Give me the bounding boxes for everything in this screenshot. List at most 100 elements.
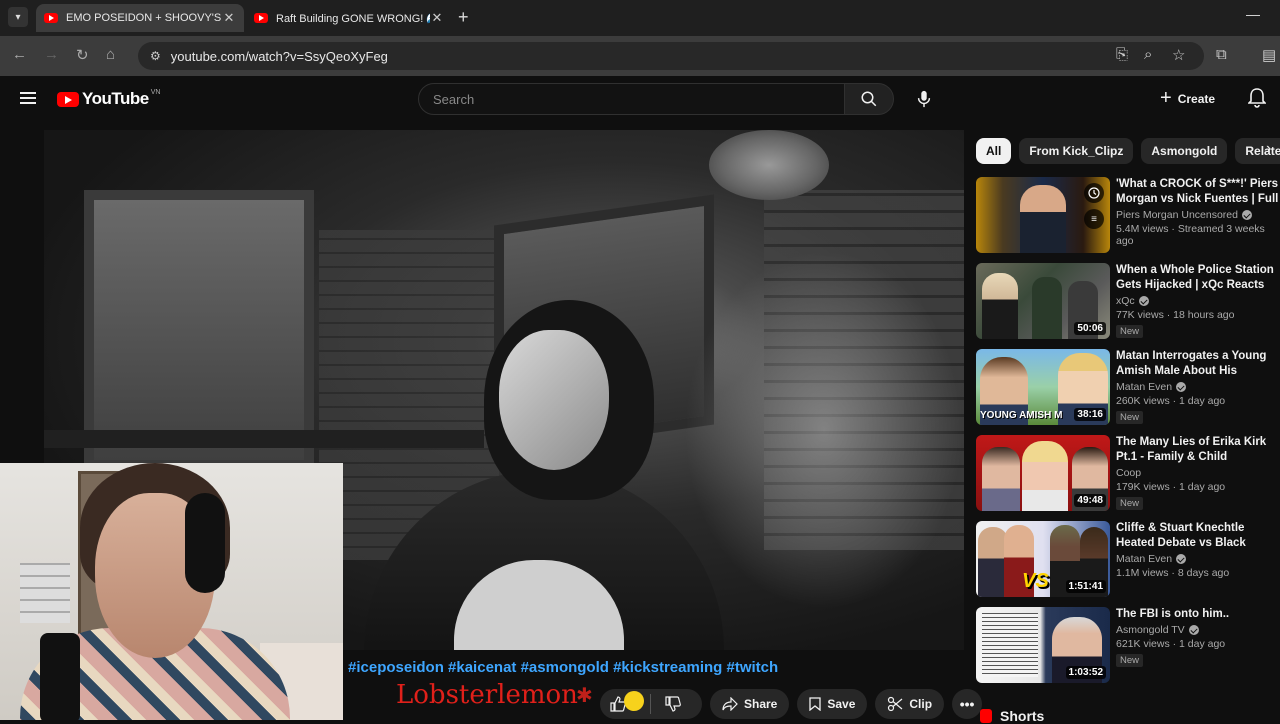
home-icon[interactable]: ⌂ — [106, 46, 115, 63]
related-video-channel[interactable]: Coop — [1116, 467, 1280, 479]
chip-from-channel[interactable]: From Kick_Clipz — [1019, 138, 1134, 164]
thumbnail-person — [1022, 441, 1068, 511]
watch-later-clock-icon[interactable] — [1084, 183, 1104, 203]
related-video-channel[interactable]: Asmongold TV — [1116, 624, 1280, 636]
chip-related[interactable]: Related — [1235, 138, 1280, 164]
video-person-face — [499, 330, 609, 470]
related-video-title[interactable]: The FBI is onto him.. — [1116, 607, 1280, 622]
menu-hamburger-icon[interactable] — [20, 92, 36, 104]
related-video-title[interactable]: The Many Lies of Erika Kirk Pt.1 - Famil… — [1116, 435, 1280, 465]
window-minimize-icon[interactable]: — — [1246, 6, 1260, 22]
add-to-queue-icon[interactable]: ≡ — [1084, 209, 1104, 229]
new-tab-plus-icon[interactable]: + — [458, 7, 469, 28]
related-video-title[interactable]: 'What a CROCK of S***!' Piers Morgan vs … — [1116, 177, 1280, 207]
related-video-meta: Cliffe & Stuart Knechtle Heated Debate v… — [1116, 521, 1280, 607]
related-video-channel[interactable]: Piers Morgan Uncensored — [1116, 209, 1280, 221]
chip-scroll-right-chevron-icon[interactable]: › — [1266, 140, 1271, 158]
like-divider — [650, 694, 652, 714]
url-text: youtube.com/watch?v=SsyQeoXyFeg — [170, 48, 388, 64]
verified-check-icon — [1176, 382, 1187, 392]
verified-check-icon — [1138, 296, 1149, 306]
verified-check-icon — [1241, 210, 1252, 220]
shorts-section-header[interactable]: Shorts — [980, 708, 1044, 724]
video-scene-lightning-glow — [684, 250, 964, 610]
tab-title: EMO POSEIDON + SHOOVY'S F — [66, 12, 222, 24]
clip-button[interactable]: Clip — [875, 689, 945, 719]
related-video-channel[interactable]: Matan Even — [1116, 553, 1280, 565]
video-duration: 1:51:41 — [1065, 580, 1106, 593]
channel-name: Coop — [1116, 467, 1142, 479]
related-videos-list: ≡ 'What a CROCK of S***!' Piers Morgan v… — [976, 177, 1280, 693]
related-video-item[interactable]: 1:03:52 The FBI is onto him.. Asmongold … — [976, 607, 1280, 693]
video-thumbnail[interactable]: ≡ — [976, 177, 1110, 253]
thumbnail-caption: YOUNG AMISH M — [980, 410, 1063, 421]
more-actions-ellipsis-icon[interactable]: ••• — [952, 689, 983, 719]
webcam-shelf — [20, 563, 70, 623]
browser-tab-inactive[interactable]: Raft Building GONE WRONG! 🌊 ✕ — [246, 4, 452, 32]
related-video-stats: 77K views · 18 hours ago — [1116, 309, 1235, 321]
youtube-header: YouTube VN + Create — [0, 76, 1280, 122]
tab-search-chevron-icon[interactable]: ▾ — [8, 7, 28, 27]
new-badge: New — [1116, 325, 1144, 338]
side-panel-icon[interactable]: ▤ — [1262, 46, 1276, 64]
video-thumbnail[interactable]: YOUNG AMISH M 38:16 — [976, 349, 1110, 425]
search-input[interactable] — [418, 83, 845, 115]
related-video-meta: The Many Lies of Erika Kirk Pt.1 - Famil… — [1116, 435, 1280, 521]
related-video-item[interactable]: 50:06 When a Whole Police Station Gets H… — [976, 263, 1280, 349]
chip-all[interactable]: All — [976, 138, 1012, 164]
related-video-title[interactable]: Matan Interrogates a Young Amish Male Ab… — [1116, 349, 1280, 379]
install-app-icon[interactable]: ⎘ — [1116, 46, 1128, 63]
streamer-webcam-overlay — [0, 463, 343, 720]
notifications-bell-icon[interactable] — [1247, 88, 1267, 113]
thumbnail-person — [1020, 185, 1066, 253]
clip-label: Clip — [909, 697, 933, 711]
back-arrow-icon[interactable]: ← — [12, 46, 27, 63]
youtube-favicon-icon — [254, 13, 268, 23]
thumbnail-document — [982, 613, 1038, 677]
youtube-play-logo-icon — [57, 91, 79, 107]
related-video-stats: 621K views · 1 day ago — [1116, 638, 1226, 650]
tab-title: Raft Building GONE WRONG! 🌊 — [276, 12, 430, 25]
video-thumbnail[interactable]: 49:48 — [976, 435, 1110, 511]
related-video-item[interactable]: VS 1:51:41 Cliffe & Stuart Knechtle Heat… — [976, 521, 1280, 607]
address-bar[interactable]: ⚙ youtube.com/watch?v=SsyQeoXyFeg — [138, 42, 1204, 70]
chip-asmongold[interactable]: Asmongold — [1141, 138, 1228, 164]
related-video-title[interactable]: Cliffe & Stuart Knechtle Heated Debate v… — [1116, 521, 1280, 551]
related-video-item[interactable]: 49:48 The Many Lies of Erika Kirk Pt.1 -… — [976, 435, 1280, 521]
shorts-logo-icon — [980, 709, 992, 723]
tab-close-icon[interactable]: ✕ — [222, 10, 236, 26]
zoom-icon[interactable]: ⌕ — [1144, 46, 1152, 63]
browser-tab-active[interactable]: EMO POSEIDON + SHOOVY'S F ✕ — [36, 4, 244, 32]
video-thumbnail[interactable]: 1:03:52 — [976, 607, 1110, 683]
search-button[interactable] — [844, 83, 894, 115]
site-info-icon[interactable]: ⚙ — [150, 49, 161, 63]
streamer-name-overlay: Lobsterlemon — [396, 680, 578, 710]
forward-arrow-icon[interactable]: → — [44, 46, 59, 63]
related-video-stats: 1.1M views · 8 days ago — [1116, 567, 1230, 579]
create-button[interactable]: + Create — [1160, 85, 1215, 113]
extensions-puzzle-icon[interactable]: ⧉ — [1216, 46, 1227, 63]
youtube-logo[interactable]: YouTube VN — [57, 89, 160, 109]
video-thumbnail[interactable]: 50:06 — [976, 263, 1110, 339]
video-scene-shelf — [44, 430, 484, 448]
related-video-title[interactable]: When a Whole Police Station Gets Hijacke… — [1116, 263, 1280, 293]
related-video-channel[interactable]: xQc — [1116, 295, 1280, 307]
reload-icon[interactable]: ↻ — [76, 46, 89, 64]
browser-toolbar: ← → ↻ ⌂ ⚙ youtube.com/watch?v=SsyQeoXyFe… — [0, 36, 1280, 76]
thumbnail-caption: VS — [1022, 570, 1049, 592]
video-hashtags[interactable]: #iceposeidon #kaicenat #asmongold #kicks… — [348, 659, 778, 676]
save-button[interactable]: Save — [797, 689, 868, 719]
related-video-item[interactable]: ≡ 'What a CROCK of S***!' Piers Morgan v… — [976, 177, 1280, 263]
related-video-meta: The FBI is onto him.. Asmongold TV 621K … — [1116, 607, 1280, 693]
voice-search-button[interactable] — [910, 85, 938, 113]
bookmark-star-icon[interactable]: ☆ — [1172, 46, 1185, 64]
tab-close-icon[interactable]: ✕ — [430, 10, 444, 26]
related-video-item[interactable]: YOUNG AMISH M 38:16 Matan Interrogates a… — [976, 349, 1280, 435]
video-duration: 1:03:52 — [1065, 666, 1106, 679]
related-video-stats: 179K views · 1 day ago — [1116, 481, 1226, 493]
video-thumbnail[interactable]: VS 1:51:41 — [976, 521, 1110, 597]
thumbnail-person — [982, 447, 1020, 511]
related-video-channel[interactable]: Matan Even — [1116, 381, 1280, 393]
thumbs-down-icon[interactable] — [665, 696, 682, 712]
share-button[interactable]: Share — [710, 689, 790, 719]
